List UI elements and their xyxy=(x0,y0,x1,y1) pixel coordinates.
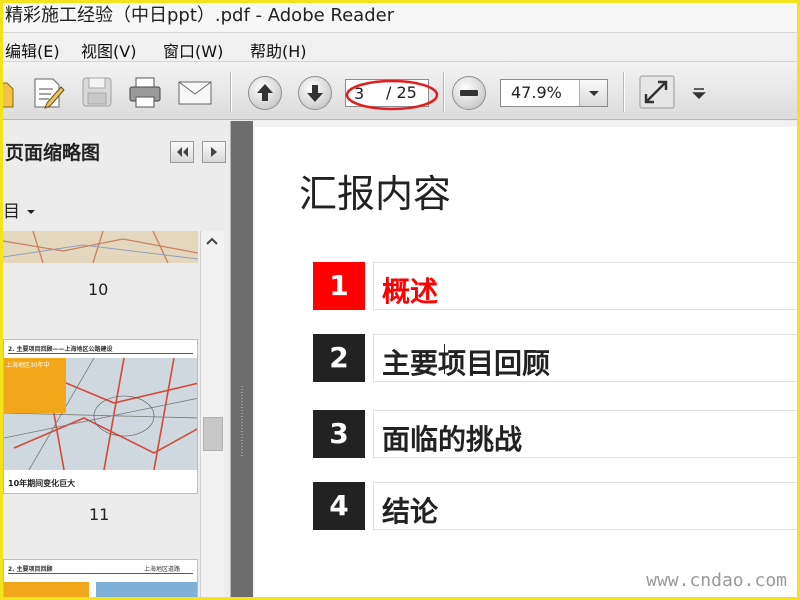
thumbnail-rule xyxy=(8,353,193,354)
watermark: www.cndao.com xyxy=(646,570,787,591)
toolbar-separator xyxy=(443,72,444,112)
agenda-number-1: 1 xyxy=(313,262,365,310)
zoom-value: 47.9% xyxy=(511,83,562,102)
open-icon[interactable] xyxy=(3,75,21,109)
chevron-down-icon xyxy=(27,210,36,214)
thumbnail-image xyxy=(96,582,197,597)
thumbnail-scrollbar[interactable] xyxy=(200,231,224,597)
agenda-text-2: 主要项目回顾 xyxy=(382,347,551,380)
thumbnail-label: 11 xyxy=(89,505,110,524)
thumbnail-footer: 10年期间变化巨大 xyxy=(8,479,76,488)
menu-bar: 编辑(E) 视图(V) 窗口(W) 帮助(H) xyxy=(3,33,797,62)
thumbnail-rule xyxy=(8,573,193,574)
panel-options-label: 目 xyxy=(3,202,20,222)
panel-options-menu[interactable]: 目 xyxy=(3,197,37,222)
menu-view[interactable]: 视图(V) xyxy=(81,38,136,62)
zoom-combobox[interactable]: 47.9% xyxy=(500,79,608,107)
chevron-up-icon[interactable] xyxy=(201,231,223,251)
agenda-number-3: 3 xyxy=(313,410,365,458)
agenda-item-3: 面临的挑战 xyxy=(373,410,797,458)
save-icon[interactable] xyxy=(79,75,115,109)
panel-title: 页面缩略图 xyxy=(5,142,101,164)
title-bar: 精彩施工经验（中日ppt）.pdf - Adobe Reader xyxy=(3,3,797,33)
agenda-text-3: 面临的挑战 xyxy=(382,423,523,456)
thumbnail-list: 10 2. 主要项目回顾——上海地区公路建设 上海地区30年中 10年期间变化巨… xyxy=(3,231,198,597)
agenda-item-1: 概述 xyxy=(373,262,797,310)
menu-edit[interactable]: 编辑(E) xyxy=(5,38,60,62)
toolbar-separator xyxy=(623,72,624,112)
scrollbar-thumb[interactable] xyxy=(203,417,223,451)
slide-title: 汇报内容 xyxy=(299,172,452,216)
agenda-number-2: 2 xyxy=(313,334,365,382)
toolbar: / 25 47.9% xyxy=(3,62,797,120)
annotation-circle xyxy=(345,79,439,111)
adobe-reader-window: 精彩施工经验（中日ppt）.pdf - Adobe Reader 编辑(E) 视… xyxy=(3,3,797,597)
agenda-text-4: 结论 xyxy=(382,495,439,528)
thumbnail-image xyxy=(4,582,89,597)
toolbar-overflow-icon[interactable] xyxy=(689,75,709,109)
text-cursor xyxy=(444,344,445,374)
chevron-down-icon[interactable] xyxy=(579,80,607,106)
navigation-panel: 页面缩略图 目 10 2. 主要项目回顾——上海地区公路建设 上海地区30年中 … xyxy=(3,121,231,597)
thumbnail-heading: 2. 主要项目回顾 xyxy=(8,566,53,573)
window-title: 精彩施工经验（中日ppt）.pdf - Adobe Reader xyxy=(5,5,395,26)
collapse-panel-button[interactable] xyxy=(170,141,194,163)
thumbnail-page-11[interactable]: 2. 主要项目回顾——上海地区公路建设 上海地区30年中 10年期间变化巨大 xyxy=(3,339,198,494)
expand-panel-button[interactable] xyxy=(202,141,226,163)
full-screen-icon[interactable] xyxy=(639,75,675,109)
thumbnail-side-text: 上海地区道路 xyxy=(144,566,181,573)
toolbar-separator xyxy=(230,72,231,112)
agenda-item-2: 主要项目回顾 xyxy=(373,334,797,382)
thumbnail-heading: 2. 主要项目回顾——上海地区公路建设 xyxy=(8,346,113,353)
thumbnail-page-12[interactable]: 2. 主要项目回顾 上海地区道路 xyxy=(3,559,198,597)
previous-page-button[interactable] xyxy=(248,76,282,110)
zoom-out-button[interactable] xyxy=(452,76,486,110)
document-page: 汇报内容 1 概述 2 主要项目回顾 3 面临的挑战 4 结论 xyxy=(255,127,797,597)
document-view: 汇报内容 1 概述 2 主要项目回顾 3 面临的挑战 4 结论 xyxy=(253,121,797,597)
panel-splitter[interactable] xyxy=(231,121,253,597)
agenda-text-1: 概述 xyxy=(382,275,439,308)
menu-window[interactable]: 窗口(W) xyxy=(163,38,223,62)
print-icon[interactable] xyxy=(127,75,163,109)
email-icon[interactable] xyxy=(177,75,213,109)
thumbnail-page-10[interactable] xyxy=(3,231,198,263)
next-page-button[interactable] xyxy=(298,76,332,110)
agenda-number-4: 4 xyxy=(313,482,365,530)
agenda-item-4: 结论 xyxy=(373,482,797,530)
thumbnail-highlight-box: 上海地区30年中 xyxy=(4,358,66,413)
thumbnail-label: 10 xyxy=(88,280,109,299)
sign-document-icon[interactable] xyxy=(29,75,65,109)
menu-help[interactable]: 帮助(H) xyxy=(250,38,307,62)
